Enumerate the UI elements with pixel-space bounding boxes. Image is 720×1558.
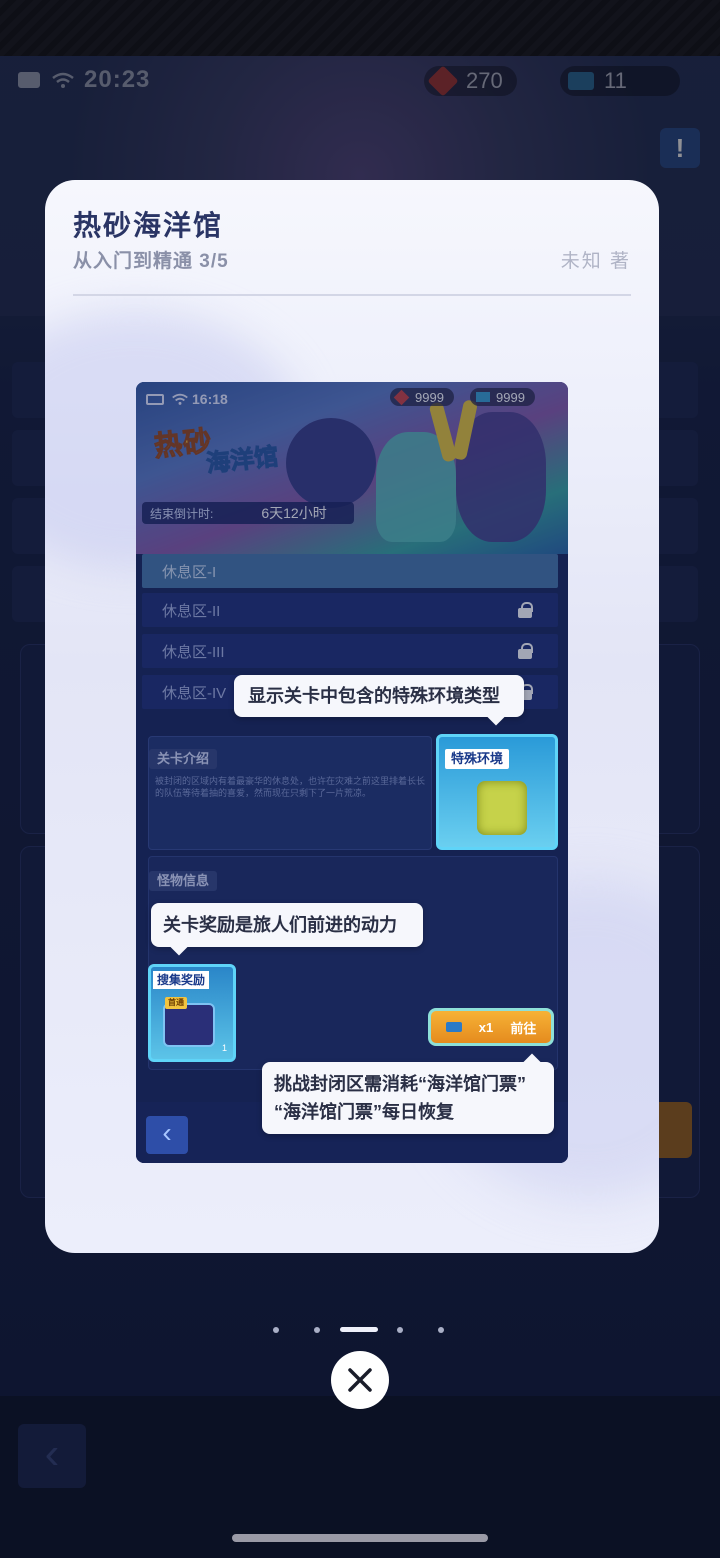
zone-item-1[interactable]: 休息区-I (142, 554, 558, 588)
monster-tag: 怪物信息 (149, 871, 218, 891)
callout-env: 显示关卡中包含的特殊环境类型 (234, 675, 524, 717)
mini-ticket-counter: 9999 (470, 388, 535, 406)
home-indicator (232, 1534, 488, 1542)
tutorial-screenshot: 16:18 9999 9999 热砂 海洋馆 结束倒计时: 6天12小时 休息区… (136, 382, 568, 1163)
mini-ticket-count: 9999 (496, 389, 525, 405)
page-dot-2[interactable] (314, 1327, 320, 1333)
countdown-value: 6天12小时 (261, 505, 327, 521)
reward-count: 1 (221, 1043, 227, 1053)
callout-ticket-line1: 挑战封闭区需消耗“海洋馆门票” (274, 1074, 526, 1094)
close-icon (348, 1368, 372, 1392)
intro-panel: 关卡介绍 被封闭的区域内有着最豪华的休息处，也许在灾难之前这里排着长长的队伍等待… (148, 736, 432, 850)
callout-ticket: 挑战封闭区需消耗“海洋馆门票” “海洋馆门票”每日恢复 (262, 1062, 554, 1134)
ticket-icon (476, 392, 490, 402)
close-button[interactable] (331, 1351, 389, 1409)
reward-tag: 搜集奖励 (153, 971, 210, 989)
card-author: 未知 著 (560, 251, 631, 272)
ticket-icon (445, 1022, 462, 1032)
guide-card: 热砂海洋馆 从入门到精通 3/5 未知 著 16:18 9999 9999 热砂… (45, 180, 659, 1253)
countdown-bar: 结束倒计时: 6天12小时 (142, 502, 354, 524)
gem-icon (393, 389, 410, 405)
card-subtitle: 从入门到精通 3/5 (73, 251, 229, 272)
zone-label: 休息区-II (162, 602, 221, 620)
mini-gem-counter: 9999 (390, 388, 454, 406)
zone-label: 休息区-III (162, 643, 225, 661)
zone-label: 休息区-I (162, 563, 217, 581)
special-env-card[interactable]: 特殊环境 (436, 734, 558, 850)
goto-count: x1 (478, 1019, 494, 1035)
mini-gem-count: 9999 (415, 389, 444, 405)
page-dot-1[interactable] (273, 1327, 279, 1333)
event-logo-line2: 海洋馆 (205, 443, 280, 478)
callout-reward: 关卡奖励是旅人们前进的动力 (151, 903, 423, 947)
page-dot-5[interactable] (438, 1327, 444, 1333)
lock-icon (518, 602, 533, 618)
divider (73, 294, 631, 296)
event-logo-line1: 热砂 (152, 425, 214, 463)
reward-card[interactable]: 搜集奖励 首通 1 (148, 964, 236, 1062)
goto-button[interactable]: x1 前往 (428, 1008, 554, 1046)
wifi-icon (172, 393, 188, 405)
intro-tag: 关卡介绍 (149, 749, 218, 769)
card-title: 热砂海洋馆 (73, 210, 224, 241)
zone-item-2[interactable]: 休息区-II (142, 593, 558, 627)
env-tag: 特殊环境 (445, 749, 510, 769)
reward-item-icon (163, 1003, 215, 1047)
page-dot-3-active[interactable] (340, 1327, 378, 1332)
mini-status-time: 16:18 (192, 391, 228, 407)
goto-label: 前往 (510, 1020, 537, 1036)
zone-label: 休息区-IV (162, 684, 227, 702)
lock-icon (518, 643, 533, 659)
mini-back-button: ‹ (146, 1116, 188, 1154)
zone-item-3[interactable]: 休息区-III (142, 634, 558, 668)
callout-ticket-line2: “海洋馆门票”每日恢复 (274, 1102, 454, 1122)
intro-text: 被封闭的区域内有着最豪华的休息处，也许在灾难之前这里排着长长的队伍等待着抽的喜爱… (155, 776, 426, 798)
page-indicator (0, 1327, 720, 1333)
countdown-label: 结束倒计时: (150, 506, 214, 521)
page-dot-4[interactable] (397, 1327, 403, 1333)
env-tile-icon (477, 781, 527, 835)
battery-icon (146, 393, 164, 405)
first-clear-badge: 首通 (165, 997, 187, 1009)
